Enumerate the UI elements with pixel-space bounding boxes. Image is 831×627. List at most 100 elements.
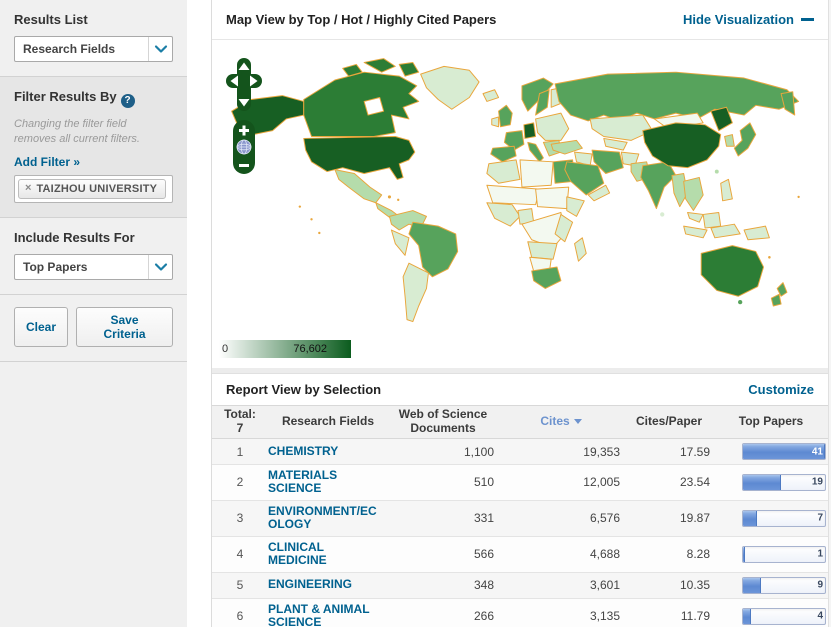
research-field-link[interactable]: CLINICAL MEDICINE <box>268 540 327 567</box>
include-results-dropdown[interactable]: Top Papers <box>14 254 173 280</box>
report-title: Report View by Selection <box>226 382 381 397</box>
top-papers-bar-fill <box>743 547 745 562</box>
content-area: Map View by Top / Hot / Highly Cited Pap… <box>187 0 831 627</box>
country-germany <box>524 123 536 139</box>
results-list-selected: Research Fields <box>15 42 148 56</box>
top-papers-bar: 9 <box>742 577 826 594</box>
row-cites: 4,688 <box>498 543 624 565</box>
filter-results-title: Filter Results By? <box>14 89 173 108</box>
pan-control[interactable] <box>226 58 262 112</box>
research-field-link[interactable]: MATERIALS SCIENCE <box>268 468 337 495</box>
top-papers-value: 7 <box>817 513 823 524</box>
filter-tag-label: TAIZHOU UNIVERSITY <box>36 183 157 195</box>
filter-results-section: Filter Results By? Changing the filter f… <box>0 77 187 218</box>
country-canada <box>304 72 419 136</box>
country-philippines <box>721 179 733 200</box>
total-value: 7 <box>212 422 268 436</box>
top-papers-bar-fill <box>743 511 757 526</box>
row-cites-per-paper: 11.79 <box>624 605 714 627</box>
help-icon[interactable]: ? <box>121 94 135 108</box>
clear-button[interactable]: Clear <box>14 307 68 347</box>
country-spain <box>491 146 516 162</box>
zoom-control[interactable] <box>233 120 255 174</box>
top-papers-bar: 19 <box>742 474 826 491</box>
choropleth-scale: 0 76,602 <box>219 340 351 358</box>
column-header-research-fields: Research Fields <box>268 415 388 429</box>
customize-link[interactable]: Customize <box>748 382 814 397</box>
cites-label: Cites <box>540 414 569 428</box>
country-indonesia <box>684 226 707 238</box>
row-wos-documents: 331 <box>388 507 498 529</box>
results-list-dropdown[interactable]: Research Fields <box>14 36 173 62</box>
top-papers-value: 41 <box>812 446 823 457</box>
row-cites-per-paper: 23.54 <box>624 471 714 493</box>
country-uk <box>499 105 513 126</box>
total-label: Total: <box>212 408 268 422</box>
row-rank: 6 <box>212 605 268 627</box>
filter-tag[interactable]: × TAIZHOU UNIVERSITY <box>18 179 166 199</box>
globe-icon <box>237 140 251 154</box>
research-field-link[interactable]: ENGINEERING <box>268 577 352 591</box>
scale-max-label: 76,602 <box>293 343 351 355</box>
filter-sidebar: Results List Research Fields Filter Resu… <box>0 0 187 627</box>
top-papers-bar-fill <box>743 609 751 624</box>
world-map-region: 0 76,602 <box>212 40 828 368</box>
map-panel-header: Map View by Top / Hot / Highly Cited Pap… <box>212 0 828 40</box>
country-kazakhstan <box>590 115 652 140</box>
country-greenland <box>421 66 479 109</box>
row-cites-per-paper: 17.59 <box>624 441 714 463</box>
zoom-out-icon <box>239 164 249 167</box>
top-papers-bar: 4 <box>742 608 826 625</box>
include-results-label: Include Results For <box>14 230 173 245</box>
top-papers-value: 4 <box>817 611 823 622</box>
column-header-wos-documents: Web of Science Documents <box>388 408 498 436</box>
row-cites-per-paper: 8.28 <box>624 543 714 565</box>
country-japan <box>734 123 755 156</box>
row-wos-documents: 348 <box>388 574 498 596</box>
row-cites-per-paper: 10.35 <box>624 574 714 596</box>
top-papers-bar: 1 <box>742 546 826 563</box>
column-header-cites[interactable]: Cites <box>498 415 624 429</box>
row-cites-per-paper: 19.87 <box>624 507 714 529</box>
row-wos-documents: 1,100 <box>388 441 498 463</box>
top-papers-bar: 7 <box>742 510 826 527</box>
filter-results-label: Filter Results By <box>14 89 117 104</box>
hide-visualization-link[interactable]: Hide Visualization <box>683 12 814 27</box>
research-field-link[interactable]: ENVIRONMENT/ECOLOGY <box>268 504 377 531</box>
filter-note: Changing the filter field removes all cu… <box>14 117 169 147</box>
add-filter-link[interactable]: Add Filter » <box>14 155 80 169</box>
country-mexico <box>335 170 382 203</box>
hide-visualization-label: Hide Visualization <box>683 12 794 27</box>
row-rank: 5 <box>212 574 268 596</box>
research-field-link[interactable]: CHEMISTRY <box>268 444 338 458</box>
column-header-total: Total: 7 <box>212 408 268 436</box>
map-controls <box>226 58 262 177</box>
country-russia <box>555 72 799 121</box>
scale-min-label: 0 <box>219 343 228 355</box>
top-papers-bar-fill <box>743 578 761 593</box>
row-wos-documents: 266 <box>388 605 498 627</box>
minus-icon <box>801 18 814 21</box>
chevron-down-icon <box>148 37 172 61</box>
top-papers-bar: 41 <box>742 443 826 460</box>
table-row: 1 CHEMISTRY 1,100 19,353 17.59 41 <box>212 439 828 465</box>
row-cites: 3,601 <box>498 574 624 596</box>
row-rank: 3 <box>212 507 268 529</box>
save-criteria-button[interactable]: Save Criteria <box>76 307 173 347</box>
table-row: 2 MATERIALS SCIENCE 510 12,005 23.54 19 <box>212 465 828 501</box>
results-list-section: Results List Research Fields <box>0 0 187 77</box>
research-field-link[interactable]: PLANT & ANIMAL SCIENCE <box>268 602 369 627</box>
choropleth-world-map <box>218 46 822 340</box>
row-cites: 6,576 <box>498 507 624 529</box>
visualization-panel: Map View by Top / Hot / Highly Cited Pap… <box>211 0 828 627</box>
table-row: 4 CLINICAL MEDICINE 566 4,688 8.28 1 <box>212 537 828 573</box>
column-header-cites-per-paper: Cites/Paper <box>624 415 714 429</box>
chevron-down-icon <box>148 255 172 279</box>
actions-section: Clear Save Criteria <box>0 295 187 362</box>
country-argentina <box>403 263 428 321</box>
row-rank: 4 <box>212 543 268 565</box>
column-header-top-papers: Top Papers <box>714 415 828 429</box>
country-italy <box>528 142 544 161</box>
remove-filter-icon[interactable]: × <box>25 183 31 194</box>
country-australia <box>701 246 763 297</box>
